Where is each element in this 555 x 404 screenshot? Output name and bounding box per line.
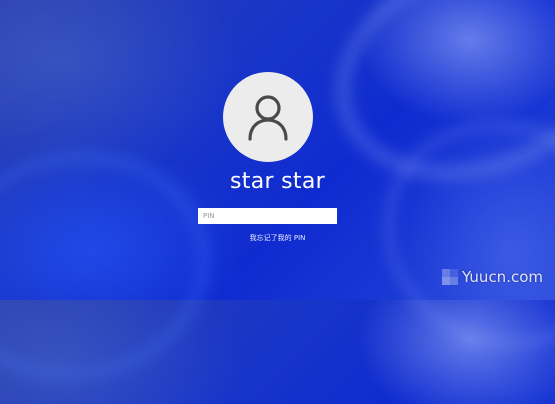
- avatar: [223, 72, 313, 162]
- watermark-logo: [441, 269, 458, 285]
- user-icon: [248, 95, 288, 141]
- watermark: Yuucn.com: [441, 268, 543, 286]
- watermark-text: Yuucn.com: [461, 268, 543, 286]
- user-name: star star: [230, 169, 325, 194]
- lock-screen: { "user": { "name": "star star", "avatar…: [0, 0, 555, 404]
- pin-input[interactable]: [198, 208, 337, 224]
- forgot-pin-link[interactable]: 我忘记了我的 PIN: [0, 233, 555, 243]
